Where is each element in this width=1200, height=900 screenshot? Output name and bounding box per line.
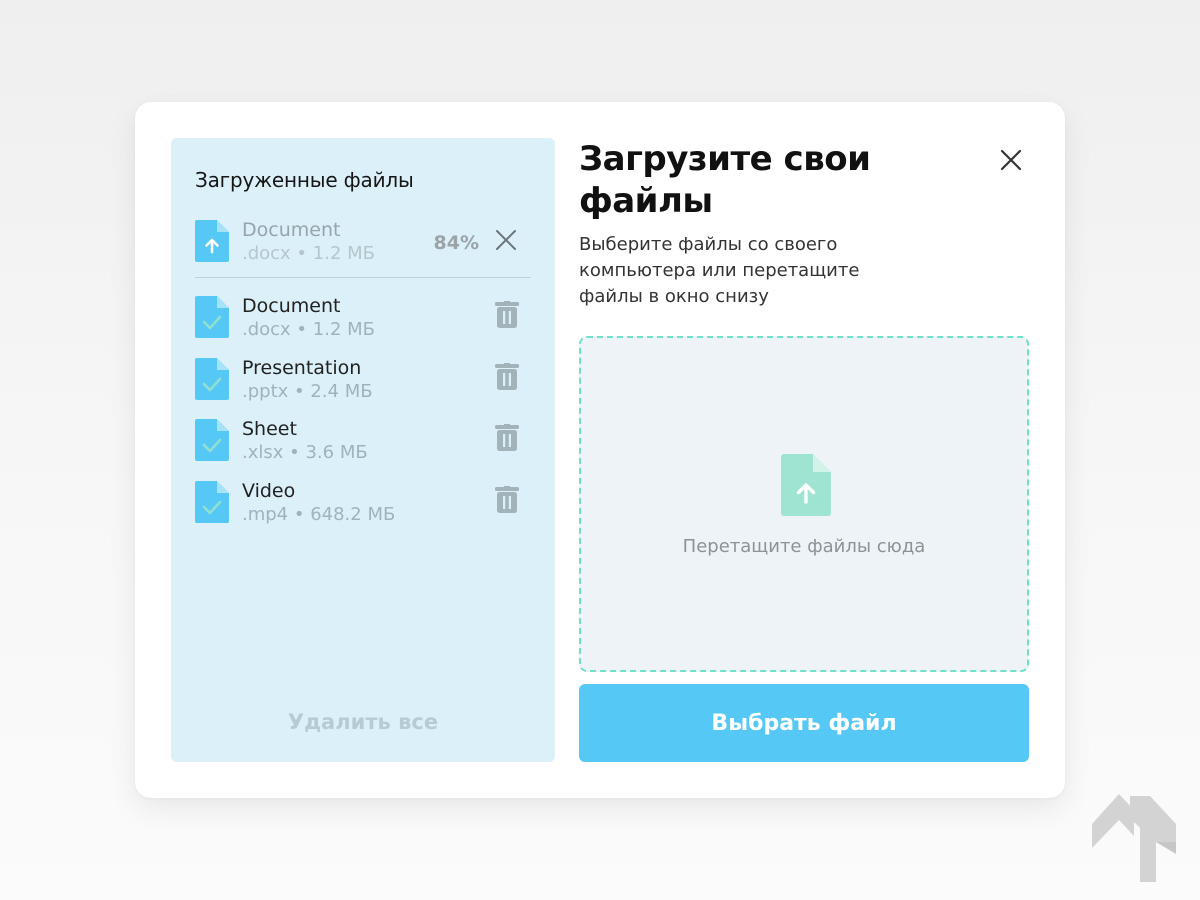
file-row: Video .mp4 • 648.2 МБ: [195, 477, 531, 525]
trash-icon[interactable]: [495, 424, 519, 452]
trash-icon[interactable]: [495, 301, 519, 329]
file-name: Document: [242, 295, 341, 317]
upload-progress: 84%: [433, 232, 479, 254]
file-row: Document .docx • 1.2 МБ: [195, 292, 531, 340]
uploaded-files-title: Загруженные файлы: [195, 168, 414, 192]
uploading-file-meta: .docx • 1.2 МБ: [242, 243, 375, 264]
file-name: Presentation: [242, 357, 362, 379]
file-meta: .mp4 • 648.2 МБ: [242, 504, 396, 525]
choose-file-button[interactable]: Выбрать файл: [579, 684, 1029, 762]
trash-icon[interactable]: [495, 486, 519, 514]
uploading-file-row: Document .docx • 1.2 МБ 84%: [195, 216, 531, 264]
file-row: Presentation .pptx • 2.4 МБ: [195, 354, 531, 402]
delete-all-button[interactable]: Удалить все: [171, 710, 555, 734]
file-check-icon: [195, 481, 229, 523]
dropzone[interactable]: Перетащите файлы сюда: [579, 336, 1029, 672]
file-upload-icon: [781, 454, 831, 516]
uploaded-files-panel: Загруженные файлы Document .docx • 1.2 М…: [171, 138, 555, 762]
file-check-icon: [195, 419, 229, 461]
upload-title: Загрузите свои файлы: [579, 139, 871, 221]
brand-logo: [1092, 794, 1176, 882]
page: Загруженные файлы Document .docx • 1.2 М…: [0, 0, 1200, 900]
upload-subtitle: Выберите файлы со своего компьютера или …: [579, 234, 860, 307]
upload-modal: Загруженные файлы Document .docx • 1.2 М…: [135, 102, 1065, 798]
file-row: Sheet .xlsx • 3.6 МБ: [195, 415, 531, 463]
file-name: Sheet: [242, 418, 297, 440]
file-meta: .xlsx • 3.6 МБ: [242, 442, 368, 463]
uploading-file-name: Document: [242, 219, 341, 241]
file-check-icon: [195, 358, 229, 400]
dropzone-text: Перетащите файлы сюда: [682, 536, 926, 557]
close-icon[interactable]: [999, 148, 1023, 172]
file-meta: .pptx • 2.4 МБ: [242, 381, 373, 402]
file-meta: .docx • 1.2 МБ: [242, 319, 375, 340]
cancel-upload-button[interactable]: [495, 229, 517, 251]
divider: [195, 277, 531, 278]
file-name: Video: [242, 480, 296, 502]
file-upload-icon: [195, 220, 229, 262]
file-check-icon: [195, 296, 229, 338]
trash-icon[interactable]: [495, 363, 519, 391]
